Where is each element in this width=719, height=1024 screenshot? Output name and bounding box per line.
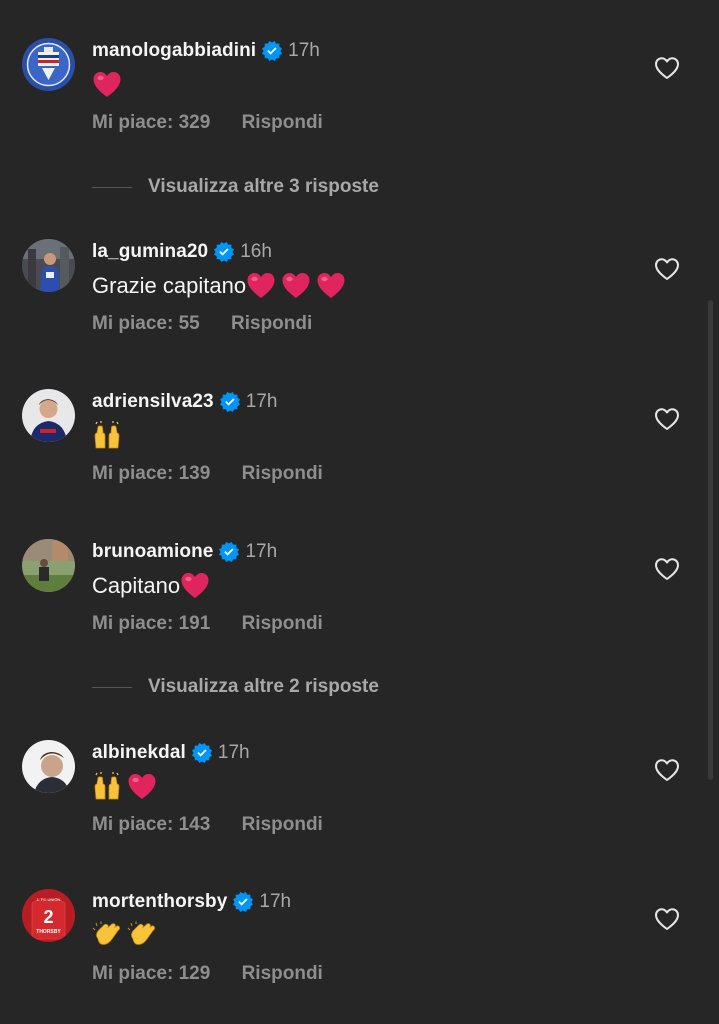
comment-meta: Mi piace: 139 Rispondi <box>92 463 323 485</box>
verified-badge-icon <box>219 392 240 412</box>
comment-header: manologabbiadini 17h <box>92 38 320 64</box>
raising-hands-emoji-icon <box>92 772 122 802</box>
comment-meta: Mi piace: 55 Rispondi <box>92 313 312 335</box>
view-more-replies-button[interactable]: Visualizza altre 2 risposte <box>92 674 379 700</box>
timestamp: 17h <box>288 40 320 61</box>
red-heart-emoji-icon <box>316 271 346 301</box>
timestamp: 16h <box>240 241 272 262</box>
verified-badge-icon <box>262 41 283 61</box>
comment-meta: Mi piace: 129 Rispondi <box>92 963 323 985</box>
comment-item: la_gumina20 16h Grazie capitano Mi piace… <box>0 239 719 369</box>
timestamp: 17h <box>259 891 292 912</box>
avatar[interactable]: 1. FC UNION 2 THORSBY <box>22 889 75 942</box>
username[interactable]: albinekdal <box>92 742 186 764</box>
likes-count[interactable]: Mi piace: 55 <box>92 313 200 334</box>
comment-text: Grazie capitano <box>92 269 351 303</box>
timestamp: 17h <box>217 742 250 763</box>
red-heart-emoji-icon <box>246 271 276 301</box>
red-heart-emoji-icon <box>92 70 122 100</box>
divider-line <box>92 686 132 688</box>
comment-header: mortenthorsby 17h <box>92 889 291 915</box>
reply-button[interactable]: Rispondi <box>231 313 312 334</box>
like-heart-icon[interactable] <box>654 257 680 281</box>
jersey-number-text: 2 <box>43 907 53 927</box>
comment-meta: Mi piace: 191 Rispondi <box>92 613 323 635</box>
raising-hands-emoji-icon <box>92 421 122 451</box>
view-more-replies-label: Visualizza altre 3 risposte <box>148 176 379 197</box>
comment-text <box>92 770 162 804</box>
red-heart-emoji-icon <box>180 571 210 601</box>
reply-button[interactable]: Rispondi <box>242 613 323 634</box>
avatar[interactable] <box>22 740 75 793</box>
like-heart-icon[interactable] <box>654 557 680 581</box>
like-heart-icon[interactable] <box>654 407 680 431</box>
reply-button[interactable]: Rispondi <box>242 814 323 835</box>
like-heart-icon[interactable] <box>654 56 680 80</box>
jersey-name-text: THORSBY <box>36 929 61 935</box>
username[interactable]: mortenthorsby <box>92 891 227 913</box>
scrollbar[interactable] <box>708 300 713 780</box>
clapping-hands-emoji-icon <box>127 921 157 951</box>
comment-header: adriensilva23 17h <box>92 389 277 415</box>
comment-item: manologabbiadini 17h Mi piace: 329 Rispo… <box>0 38 719 168</box>
timestamp: 17h <box>245 391 278 412</box>
comment-meta: Mi piace: 143 Rispondi <box>92 814 323 836</box>
reply-button[interactable]: Rispondi <box>242 963 323 984</box>
reply-button[interactable]: Rispondi <box>242 463 323 484</box>
view-more-replies-label: Visualizza altre 2 risposte <box>148 676 379 697</box>
avatar[interactable] <box>22 539 75 592</box>
avatar[interactable] <box>22 389 75 442</box>
username[interactable]: manologabbiadini <box>92 40 256 62</box>
username[interactable]: adriensilva23 <box>92 391 214 413</box>
comment-header: albinekdal 17h <box>92 740 250 766</box>
username[interactable]: la_gumina20 <box>92 241 208 263</box>
comment-item: albinekdal 17h Mi piace: 143 Rispondi <box>0 740 719 870</box>
reply-button[interactable]: Rispondi <box>242 112 323 133</box>
verified-badge-icon <box>219 542 240 562</box>
comment-text <box>92 919 162 953</box>
comment-text <box>92 68 127 102</box>
likes-count[interactable]: Mi piace: 129 <box>92 963 210 984</box>
avatar[interactable] <box>22 239 75 292</box>
username[interactable]: brunoamione <box>92 541 213 563</box>
view-more-replies-button[interactable]: Visualizza altre 3 risposte <box>92 174 379 200</box>
jersey-club-text: 1. FC UNION <box>37 897 61 902</box>
comment-item: 1. FC UNION 2 THORSBY mortenthorsby 17h … <box>0 889 719 1019</box>
verified-badge-icon <box>233 892 254 912</box>
comment-meta: Mi piace: 329 Rispondi <box>92 112 323 134</box>
comments-list: manologabbiadini 17h Mi piace: 329 Rispo… <box>0 0 719 1024</box>
likes-count[interactable]: Mi piace: 191 <box>92 613 210 634</box>
red-heart-emoji-icon <box>127 772 157 802</box>
red-heart-emoji-icon <box>281 271 311 301</box>
comment-header: la_gumina20 16h <box>92 239 272 265</box>
verified-badge-icon <box>191 743 212 763</box>
comment-item: adriensilva23 17h Mi piace: 139 Rispondi <box>0 389 719 519</box>
likes-count[interactable]: Mi piace: 143 <box>92 814 210 835</box>
clapping-hands-emoji-icon <box>92 921 122 951</box>
divider-line <box>92 186 132 188</box>
timestamp: 17h <box>245 541 278 562</box>
comment-text <box>92 419 127 453</box>
comment-header: brunoamione 17h <box>92 539 277 565</box>
verified-badge-icon <box>214 242 235 262</box>
avatar[interactable] <box>22 38 75 91</box>
comment-item: brunoamione 17h Capitano Mi piace: 191 R… <box>0 539 719 669</box>
comment-text: Capitano <box>92 569 215 603</box>
likes-count[interactable]: Mi piace: 139 <box>92 463 210 484</box>
like-heart-icon[interactable] <box>654 758 680 782</box>
likes-count[interactable]: Mi piace: 329 <box>92 112 210 133</box>
like-heart-icon[interactable] <box>654 907 680 931</box>
